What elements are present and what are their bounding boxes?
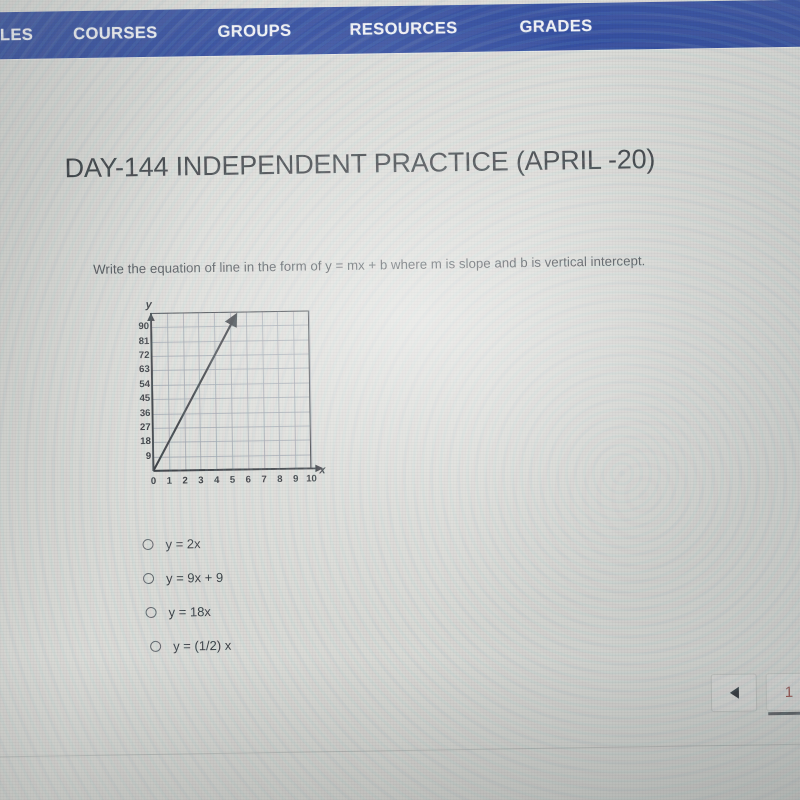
y-tick-label: 54 bbox=[139, 378, 151, 390]
nav-item-angeles-truncated[interactable]: ELES bbox=[0, 26, 33, 46]
page-1-button[interactable]: 1 bbox=[765, 672, 800, 716]
previous-page-button[interactable] bbox=[710, 673, 758, 713]
radio-button-3[interactable] bbox=[150, 640, 162, 652]
y-tick-label: 72 bbox=[138, 350, 150, 362]
answer-choice-label-1: y = 9x + 9 bbox=[165, 569, 224, 586]
question-prompt: Write the equation of line in the form o… bbox=[93, 253, 646, 277]
answer-choice-1[interactable]: y = 9x + 9 bbox=[142, 557, 420, 595]
y-tick-label: 27 bbox=[139, 421, 151, 434]
nav-item-courses[interactable]: COURSES bbox=[73, 24, 158, 44]
active-page-underline bbox=[768, 711, 800, 716]
y-tick-label: 36 bbox=[139, 407, 151, 419]
y-tick-label: 9 bbox=[145, 450, 152, 462]
x-tick-label: 6 bbox=[245, 474, 252, 486]
radio-button-0[interactable] bbox=[142, 538, 154, 550]
x-tick-label: 8 bbox=[277, 473, 283, 485]
answer-choice-3[interactable]: y = (1/2) x bbox=[150, 625, 421, 663]
y-tick-label: 45 bbox=[139, 393, 151, 405]
pagination-controls: 1 bbox=[710, 672, 800, 716]
answer-choice-label-0: y = 2x bbox=[165, 535, 201, 552]
screen-content: ELES COURSES GROUPS RESOURCES GRADES DAY… bbox=[0, 0, 800, 800]
x-tick-label: 7 bbox=[261, 474, 267, 486]
footer-divider bbox=[0, 742, 800, 758]
y-tick-label: 18 bbox=[140, 436, 151, 448]
x-tick-label: 2 bbox=[182, 475, 188, 487]
y-tick-label: 90 bbox=[138, 321, 150, 333]
photographed-screen: ELES COURSES GROUPS RESOURCES GRADES DAY… bbox=[0, 0, 800, 800]
x-tick-label: 9 bbox=[292, 473, 299, 485]
radio-button-1[interactable] bbox=[142, 572, 155, 584]
nav-item-resources[interactable]: RESOURCES bbox=[349, 19, 457, 40]
chevron-left-icon bbox=[729, 686, 739, 699]
radio-button-2[interactable] bbox=[145, 606, 157, 618]
assignment-content: DAY-144 INDEPENDENT PRACTICE (APRIL -20)… bbox=[0, 41, 800, 800]
answer-choice-label-2: y = 18x bbox=[168, 603, 211, 620]
nav-item-groups[interactable]: GROUPS bbox=[217, 22, 291, 42]
x-tick-label: 0 bbox=[150, 475, 157, 487]
y-axis-tick-labels: 9 18 27 36 45 54 63 72 81 90 bbox=[125, 299, 152, 499]
coordinate-graph: y x 9 18 27 36 45 54 63 72 81 90 0 1 2 3 4 5 6 7 8 9 10 bbox=[125, 296, 333, 499]
plot-area bbox=[150, 310, 313, 472]
x-tick-label: 4 bbox=[213, 474, 220, 486]
page-title: DAY-144 INDEPENDENT PRACTICE (APRIL -20) bbox=[64, 144, 656, 184]
x-tick-label: 5 bbox=[229, 474, 236, 486]
x-tick-label: 3 bbox=[198, 475, 204, 487]
x-tick-label: 1 bbox=[166, 475, 173, 487]
page-number-label: 1 bbox=[784, 683, 794, 701]
answer-choice-0[interactable]: y = 2x bbox=[142, 523, 419, 561]
x-tick-label: 10 bbox=[306, 473, 317, 485]
x-axis-tick-labels: 0 1 2 3 4 5 6 7 8 9 10 bbox=[151, 473, 323, 491]
answer-choice-2[interactable]: y = 18x bbox=[145, 591, 420, 629]
answer-choice-list: y = 2x y = 9x + 9 y = 18x y = (1/2) x bbox=[138, 523, 420, 663]
y-tick-label: 63 bbox=[139, 364, 150, 376]
answer-choice-label-3: y = (1/2) x bbox=[172, 637, 232, 654]
plotted-line bbox=[152, 312, 238, 472]
nav-item-grades[interactable]: GRADES bbox=[519, 17, 592, 37]
y-tick-label: 81 bbox=[138, 335, 150, 347]
